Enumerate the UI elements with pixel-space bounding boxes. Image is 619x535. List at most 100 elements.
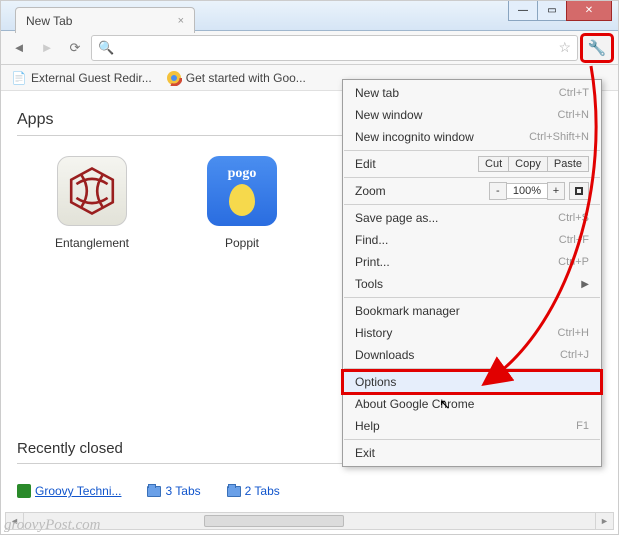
- menu-separator: [344, 368, 600, 369]
- tab-title: New Tab: [26, 14, 72, 28]
- menu-new-tab[interactable]: New tab Ctrl+T: [343, 82, 601, 104]
- wrench-icon: 🔧: [588, 39, 607, 57]
- window-titlebar: New Tab × — ▭ ✕: [1, 1, 618, 31]
- watermark: groovyPost.com: [4, 517, 101, 534]
- bookmark-label: Get started with Goo...: [186, 71, 306, 85]
- close-window-button[interactable]: ✕: [566, 1, 612, 21]
- menu-separator: [344, 439, 600, 440]
- menu-new-window[interactable]: New window Ctrl+N: [343, 104, 601, 126]
- folder-icon: [227, 486, 241, 497]
- menu-label: New window: [355, 108, 422, 122]
- recent-label: Groovy Techni...: [35, 484, 121, 498]
- menu-find[interactable]: Find... Ctrl+F: [343, 229, 601, 251]
- menu-label: New incognito window: [355, 130, 474, 144]
- menu-incognito[interactable]: New incognito window Ctrl+Shift+N: [343, 126, 601, 148]
- forward-button[interactable]: ►: [35, 36, 59, 60]
- menu-history[interactable]: History Ctrl+H: [343, 322, 601, 344]
- recent-tabs-group[interactable]: 2 Tabs: [227, 484, 280, 498]
- poppit-icon: pogo: [207, 156, 277, 226]
- scroll-thumb[interactable]: [204, 515, 344, 527]
- window-buttons: — ▭ ✕: [509, 1, 612, 21]
- fullscreen-button[interactable]: [569, 182, 589, 200]
- browser-toolbar: ◄ ► ⟳ 🔍 ☆ 🔧: [1, 31, 618, 65]
- recent-label: 3 Tabs: [165, 484, 200, 498]
- page-icon: 📄: [11, 70, 27, 86]
- recent-label: 2 Tabs: [245, 484, 280, 498]
- shortcut-label: Ctrl+P: [558, 256, 589, 268]
- fullscreen-icon: [575, 187, 583, 195]
- menu-label: History: [355, 326, 392, 340]
- bookmark-star-icon[interactable]: ☆: [558, 39, 571, 56]
- scroll-right-button[interactable]: ►: [595, 513, 613, 529]
- menu-save-as[interactable]: Save page as... Ctrl+S: [343, 207, 601, 229]
- app-label: Entanglement: [47, 236, 137, 250]
- menu-separator: [344, 150, 600, 151]
- bookmark-item[interactable]: 📄 External Guest Redir...: [11, 70, 152, 86]
- recent-link[interactable]: Groovy Techni...: [17, 484, 121, 498]
- paste-button[interactable]: Paste: [547, 156, 589, 172]
- maximize-button[interactable]: ▭: [537, 1, 567, 21]
- app-entanglement[interactable]: Entanglement: [47, 156, 137, 250]
- submenu-arrow-icon: ▶: [581, 279, 589, 290]
- pogo-logo: pogo: [228, 166, 257, 182]
- entanglement-icon: [57, 156, 127, 226]
- chrome-icon: [166, 70, 182, 86]
- menu-print[interactable]: Print... Ctrl+P: [343, 251, 601, 273]
- shortcut-label: Ctrl+N: [558, 109, 589, 121]
- wrench-menu-button[interactable]: 🔧: [582, 35, 612, 61]
- menu-zoom: Zoom - 100% +: [343, 180, 601, 202]
- menu-label: Downloads: [355, 348, 414, 362]
- cut-button[interactable]: Cut: [478, 156, 509, 172]
- shortcut-label: Ctrl+F: [559, 234, 589, 246]
- menu-label: Save page as...: [355, 211, 438, 225]
- menu-bookmark-manager[interactable]: Bookmark manager: [343, 300, 601, 322]
- reload-button[interactable]: ⟳: [63, 36, 87, 60]
- back-button[interactable]: ◄: [7, 36, 31, 60]
- search-icon: 🔍: [98, 40, 114, 56]
- bookmark-item[interactable]: Get started with Goo...: [166, 70, 306, 86]
- address-bar[interactable]: 🔍 ☆: [91, 35, 578, 61]
- menu-edit: Edit Cut Copy Paste: [343, 153, 601, 175]
- menu-label: About Google Chrome: [355, 397, 474, 411]
- app-poppit[interactable]: pogo Poppit: [197, 156, 287, 250]
- shortcut-label: F1: [576, 420, 589, 432]
- menu-tools[interactable]: Tools ▶: [343, 273, 601, 295]
- menu-label: Find...: [355, 233, 388, 247]
- menu-label: Help: [355, 419, 380, 433]
- menu-label: Tools: [355, 277, 383, 291]
- menu-label: Zoom: [355, 184, 386, 198]
- menu-label: New tab: [355, 86, 399, 100]
- zoom-in-button[interactable]: +: [547, 182, 565, 200]
- shortcut-label: Ctrl+S: [558, 212, 589, 224]
- zoom-level: 100%: [506, 183, 548, 199]
- menu-label: Options: [355, 375, 396, 389]
- menu-exit[interactable]: Exit: [343, 442, 601, 464]
- menu-downloads[interactable]: Downloads Ctrl+J: [343, 344, 601, 366]
- mouse-cursor-icon: ↖: [439, 396, 451, 413]
- folder-icon: [147, 486, 161, 497]
- recently-closed-row: Groovy Techni... 3 Tabs 2 Tabs: [17, 484, 602, 498]
- shortcut-label: Ctrl+T: [559, 87, 589, 99]
- close-tab-icon[interactable]: ×: [178, 15, 184, 27]
- menu-help[interactable]: Help F1: [343, 415, 601, 437]
- app-label: Poppit: [197, 236, 287, 250]
- menu-label: Print...: [355, 255, 390, 269]
- menu-about[interactable]: About Google Chrome: [343, 393, 601, 415]
- browser-tab[interactable]: New Tab ×: [15, 7, 195, 33]
- menu-label: Edit: [355, 157, 376, 171]
- site-icon: [17, 484, 31, 498]
- menu-options[interactable]: Options: [343, 371, 601, 393]
- zoom-out-button[interactable]: -: [489, 182, 507, 200]
- bookmark-label: External Guest Redir...: [31, 71, 152, 85]
- shortcut-label: Ctrl+Shift+N: [529, 131, 589, 143]
- wrench-dropdown-menu: New tab Ctrl+T New window Ctrl+N New inc…: [342, 79, 602, 467]
- shortcut-label: Ctrl+H: [558, 327, 589, 339]
- copy-button[interactable]: Copy: [508, 156, 548, 172]
- balloon-icon: [229, 184, 255, 216]
- menu-separator: [344, 177, 600, 178]
- menu-separator: [344, 297, 600, 298]
- shortcut-label: Ctrl+J: [560, 349, 589, 361]
- minimize-button[interactable]: —: [508, 1, 538, 21]
- menu-label: Exit: [355, 446, 375, 460]
- recent-tabs-group[interactable]: 3 Tabs: [147, 484, 200, 498]
